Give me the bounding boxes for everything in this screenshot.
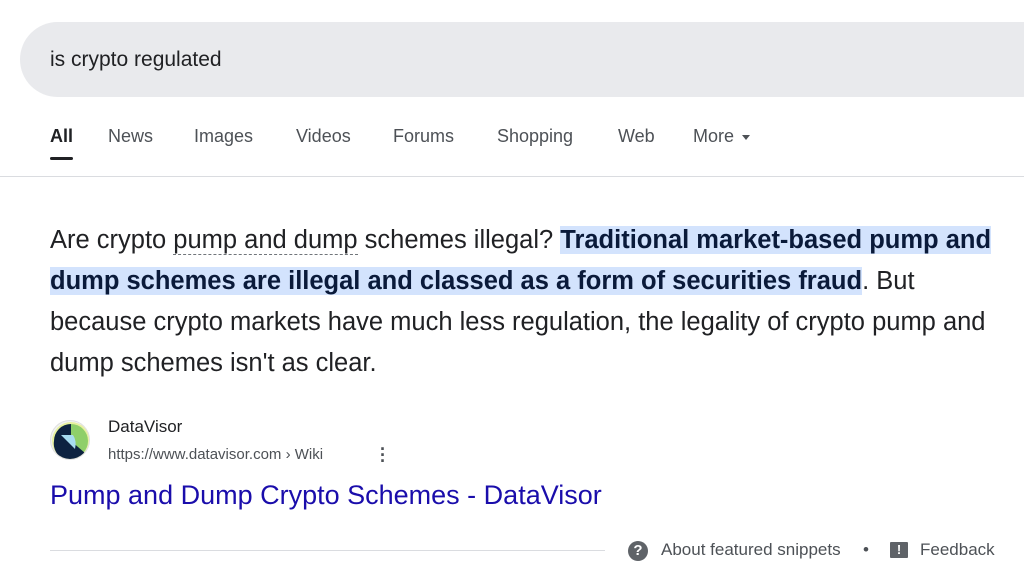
search-bar[interactable]: is crypto regulated bbox=[20, 22, 1024, 97]
footer-separator: • bbox=[863, 540, 869, 559]
snippet-text: Are crypto bbox=[50, 226, 174, 254]
site-name: DataVisor bbox=[108, 417, 183, 436]
tab-more[interactable]: More bbox=[693, 126, 751, 147]
tab-videos[interactable]: Videos bbox=[296, 126, 351, 147]
datavisor-favicon bbox=[50, 420, 90, 460]
tab-shopping[interactable]: Shopping bbox=[497, 126, 573, 147]
tab-forums[interactable]: Forums bbox=[393, 126, 454, 147]
caret-down-icon bbox=[742, 134, 751, 140]
about-featured-snippets-link[interactable]: About featured snippets bbox=[661, 540, 841, 560]
tab-images[interactable]: Images bbox=[194, 126, 253, 147]
feedback-icon[interactable]: ! bbox=[890, 542, 908, 558]
more-options-icon[interactable]: · · · bbox=[380, 440, 386, 470]
divider bbox=[0, 176, 1024, 177]
tab-all[interactable]: All bbox=[50, 126, 74, 160]
tab-more-label: More bbox=[693, 126, 735, 146]
snippet-term[interactable]: pump and dump bbox=[173, 226, 358, 255]
footer-divider bbox=[50, 550, 605, 551]
search-input[interactable]: is crypto regulated bbox=[50, 48, 222, 72]
snippet-text: schemes illegal? bbox=[357, 226, 561, 254]
result-title-link[interactable]: Pump and Dump Crypto Schemes - DataVisor bbox=[50, 480, 602, 511]
tab-web[interactable]: Web bbox=[618, 126, 655, 147]
feedback-link[interactable]: Feedback bbox=[920, 540, 995, 560]
tab-news[interactable]: News bbox=[108, 126, 153, 147]
site-url: https://www.datavisor.com › Wiki bbox=[108, 446, 324, 463]
help-icon[interactable]: ? bbox=[628, 541, 648, 561]
featured-snippet: Are crypto pump and dump schemes illegal… bbox=[50, 220, 1000, 384]
